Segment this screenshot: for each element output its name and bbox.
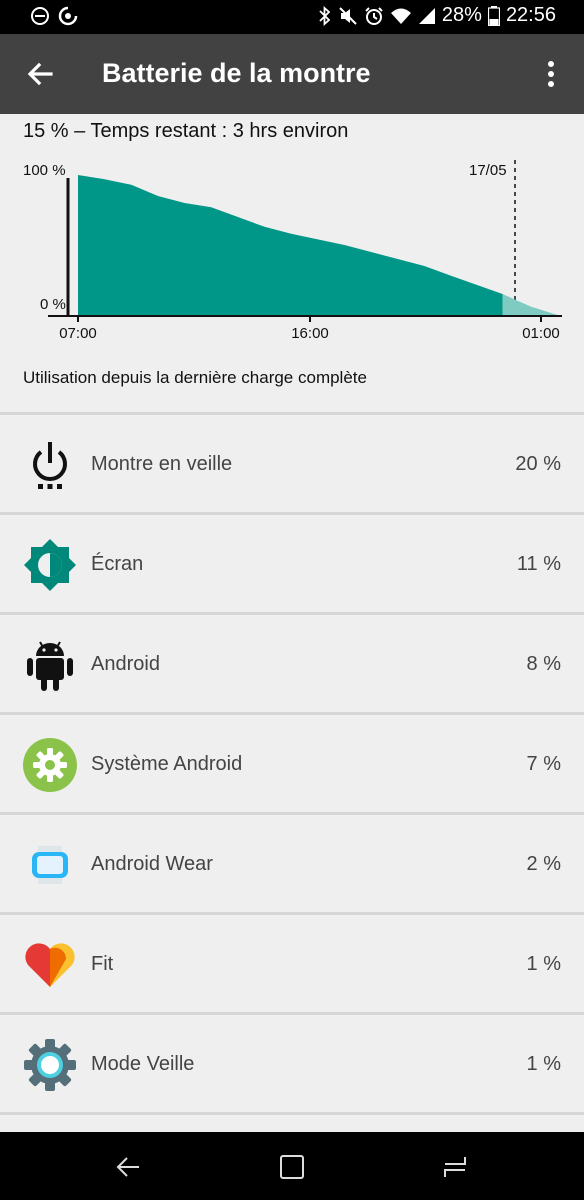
divider [0, 1112, 584, 1115]
usage-row-android-wear[interactable]: Android Wear 2 % [0, 815, 584, 912]
usage-section-header: Utilisation depuis la dernière charge co… [23, 368, 367, 387]
usage-label: Écran [91, 553, 144, 575]
marker-date-label: 17/05 [469, 162, 507, 179]
wifi-icon [390, 8, 411, 24]
battery-icon [487, 5, 500, 26]
nav-back-button[interactable] [108, 1150, 148, 1184]
usage-label: Mode Veille [91, 1053, 195, 1075]
back-arrow-icon [27, 62, 53, 86]
usage-row-fit[interactable]: Fit 1 % [0, 915, 584, 1012]
bluetooth-icon [319, 5, 331, 26]
usage-label: Android Wear [91, 853, 213, 875]
usage-percent: 1 % [526, 1053, 561, 1075]
nav-recents-icon [444, 1157, 466, 1177]
do-not-disturb-icon [31, 7, 49, 25]
x-tick-start: 07:00 [59, 325, 97, 342]
x-tick-end: 01:00 [522, 325, 560, 342]
usage-row-android[interactable]: Android 8 % [0, 615, 584, 712]
usage-row-montre-en-veille[interactable]: Montre en veille 20 % [0, 415, 584, 512]
more-options-button[interactable] [536, 54, 566, 94]
nav-recents-button[interactable] [435, 1150, 475, 1184]
app-bar: Batterie de la montre [0, 34, 584, 114]
nav-home-button[interactable] [272, 1150, 312, 1184]
brightness-icon [22, 537, 78, 593]
mute-icon [339, 6, 357, 25]
nav-home-icon [280, 1155, 304, 1179]
usage-label: Fit [91, 953, 114, 975]
usage-row-mode-veille[interactable]: Mode Veille 1 % [0, 1015, 584, 1112]
usage-label: Android [91, 653, 160, 675]
alarm-icon [365, 6, 383, 25]
y-tick-top: 100 % [23, 162, 66, 179]
fit-heart-icon [22, 937, 78, 993]
battery-summary: 15 % – Temps restant : 3 hrs environ [23, 120, 349, 142]
status-left-icons [30, 6, 78, 26]
page-title: Batterie de la montre [102, 58, 371, 88]
back-button[interactable] [20, 54, 60, 94]
usage-row-ecran[interactable]: Écran 11 % [0, 515, 584, 612]
more-vert-icon [548, 61, 554, 87]
navigation-bar [0, 1132, 584, 1200]
battery-area-projected [502, 294, 558, 315]
battery-percent: 28% [441, 4, 482, 26]
power-standby-icon [22, 437, 78, 493]
x-tick-mid: 16:00 [291, 325, 329, 342]
data-saver-icon [58, 6, 78, 26]
clock: 22:56 [505, 4, 556, 26]
usage-percent: 1 % [526, 953, 561, 975]
android-system-gear-icon [22, 737, 78, 793]
battery-area-measured [78, 175, 503, 315]
usage-label: Montre en veille [91, 453, 233, 475]
mode-veille-icon [22, 1037, 78, 1093]
usage-percent: 7 % [526, 753, 561, 775]
usage-percent: 20 % [515, 453, 561, 475]
signal-icon [418, 7, 435, 24]
y-tick-bottom: 0 % [40, 296, 66, 313]
status-bar: 28% 22:56 [0, 0, 584, 34]
nav-back-icon [116, 1157, 139, 1177]
usage-percent: 11 % [516, 553, 561, 575]
battery-chart: 100 % 0 % 17/05 07:00 16:00 01:00 [23, 160, 562, 342]
usage-percent: 8 % [526, 653, 561, 675]
android-icon [22, 637, 78, 693]
usage-row-systeme-android[interactable]: Système Android 7 % [0, 715, 584, 812]
android-wear-icon [22, 837, 78, 893]
status-right-icons: 28% 22:56 [318, 4, 556, 27]
usage-list: Montre en veille 20 % Écran 11 % Android… [0, 412, 584, 1115]
usage-percent: 2 % [526, 853, 561, 875]
usage-label: Système Android [91, 753, 243, 775]
